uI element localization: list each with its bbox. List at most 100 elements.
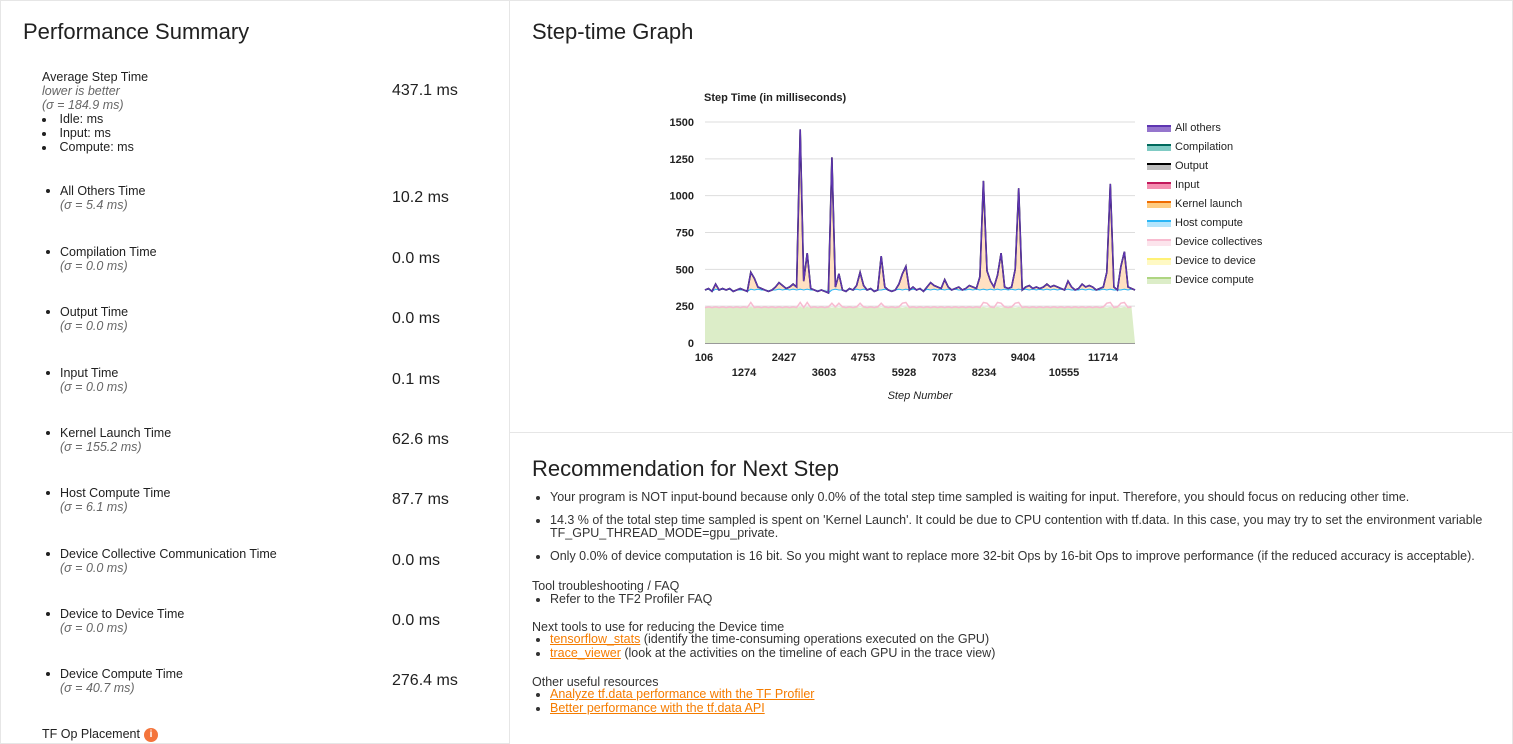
y-tick-label: 750 xyxy=(676,228,694,240)
metric-row: All Others Time (σ = 5.4 ms) xyxy=(46,184,146,212)
x-tick-label: 11714 xyxy=(1088,352,1119,364)
metric-sigma: (σ = 5.4 ms) xyxy=(60,198,128,212)
tf-op-placement-label: TF Op Placement xyxy=(42,727,140,741)
metric-value: 0.0 ms xyxy=(392,612,441,629)
faq-list: Refer to the TF2 Profiler FAQ xyxy=(550,592,712,606)
metric-label: All Others Time xyxy=(60,184,146,198)
step-time-chart: Step Time (in milliseconds) 0 250 500 750 100… xyxy=(670,92,1263,402)
bullet-dot xyxy=(46,491,50,495)
next-tool-item: tensorflow_stats (identify the time-cons… xyxy=(550,632,995,646)
compute-bullet: Compute: ms xyxy=(42,140,134,154)
recommendation-card: Recommendation for Next Step Your progra… xyxy=(509,432,1513,744)
metric-label: Device to Device Time xyxy=(60,607,185,621)
legend-label: Host compute xyxy=(1175,217,1243,229)
y-tick-label: 1000 xyxy=(670,191,694,203)
metric-value: 0.0 ms xyxy=(392,250,441,267)
metric-sigma: (σ = 0.0 ms) xyxy=(60,319,128,333)
legend-label: Device collectives xyxy=(1175,236,1263,248)
y-tick-label: 0 xyxy=(688,338,694,350)
trace-viewer-link[interactable]: trace_viewer xyxy=(550,646,621,660)
recommendation-item: 14.3 % of the total step time sampled is… xyxy=(550,514,1500,540)
performance-summary-card: Performance Summary Average Step Time lo… xyxy=(0,0,510,744)
average-step-breakdown-list: Idle: ms Input: ms Compute: ms xyxy=(42,112,134,154)
metric-sigma: (σ = 0.0 ms) xyxy=(60,561,128,575)
x-tick-label: 1274 xyxy=(732,367,757,379)
y-tick-label: 500 xyxy=(676,264,694,276)
recommendation-title: Recommendation for Next Step xyxy=(532,456,839,481)
bullet-dot xyxy=(46,552,50,556)
metric-value: 10.2 ms xyxy=(392,189,449,206)
metric-sigma: (σ = 6.1 ms) xyxy=(60,500,128,514)
all-others-line xyxy=(704,129,1136,294)
metric-sigma: (σ = 0.0 ms) xyxy=(60,380,128,394)
x-tick-label: 5928 xyxy=(892,367,916,379)
metric-sigma: (σ = 40.7 ms) xyxy=(60,681,135,695)
other-resources-list: Analyze tf.data performance with the TF … xyxy=(550,687,814,715)
average-step-time-sigma: (σ = 184.9 ms) xyxy=(42,98,124,112)
metric-row: Output Time (σ = 0.0 ms) xyxy=(46,305,129,333)
x-axis-label: Step Number xyxy=(888,390,954,402)
input-bullet: Input: ms xyxy=(42,126,134,140)
metric-label: Input Time xyxy=(60,366,119,380)
performance-summary-title: Performance Summary xyxy=(23,19,250,44)
device-compute-area xyxy=(705,306,1135,343)
tf-op-placement: TF Op Placement i xyxy=(42,727,158,742)
metric-value: 276.4 ms xyxy=(392,672,458,689)
metric-row: Device Collective Communication Time (σ =… xyxy=(46,547,277,575)
metric-value: 0.1 ms xyxy=(392,371,441,388)
bullet-dot xyxy=(46,672,50,676)
legend-label: Input xyxy=(1175,179,1199,191)
average-step-time-label: Average Step Time xyxy=(42,70,149,84)
metric-label: Compilation Time xyxy=(60,245,157,259)
analyze-tfdata-link[interactable]: Analyze tf.data performance with the TF … xyxy=(550,687,814,701)
tensorflow-stats-link[interactable]: tensorflow_stats xyxy=(550,632,640,646)
kernel-launch-area xyxy=(705,129,1135,293)
output-line xyxy=(704,129,1136,295)
bullet-dot xyxy=(46,371,50,375)
resource-item: Better performance with the tf.data API xyxy=(550,701,814,715)
info-icon[interactable]: i xyxy=(143,727,158,742)
bullet-dot xyxy=(46,250,50,254)
legend-label: Device to device xyxy=(1175,255,1256,267)
bullet-dot xyxy=(46,189,50,193)
x-tick-label: 9404 xyxy=(1011,352,1036,364)
legend-label: Device compute xyxy=(1175,274,1254,286)
metric-sigma: (σ = 0.0 ms) xyxy=(60,621,128,635)
metric-value: 62.6 ms xyxy=(392,431,449,448)
average-step-time: Average Step Time lower is better (σ = 1… xyxy=(42,70,148,112)
x-tick-label: 8234 xyxy=(972,367,997,379)
metric-label: Host Compute Time xyxy=(60,486,171,500)
metric-sigma: (σ = 155.2 ms) xyxy=(60,440,142,454)
metric-value: 0.0 ms xyxy=(392,310,441,327)
bullet-dot xyxy=(46,612,50,616)
metric-label: Device Compute Time xyxy=(60,667,183,681)
x-tick-label: 2427 xyxy=(772,352,796,364)
metric-row: Device to Device Time (σ = 0.0 ms) xyxy=(46,607,185,635)
metric-row: Compilation Time (σ = 0.0 ms) xyxy=(46,245,157,273)
y-tick-label: 250 xyxy=(676,301,694,313)
device-collectives-line xyxy=(704,301,1132,309)
next-tool-item: trace_viewer (look at the activities on … xyxy=(550,646,995,660)
metric-row: Device Compute Time (σ = 40.7 ms) xyxy=(46,667,183,695)
x-tick-label: 4753 xyxy=(851,352,875,364)
x-tick-label: 3603 xyxy=(812,367,836,379)
metric-sigma: (σ = 0.0 ms) xyxy=(60,259,128,273)
bullet-dot xyxy=(46,310,50,314)
metric-row: Kernel Launch Time (σ = 155.2 ms) xyxy=(46,426,172,454)
metric-label: Kernel Launch Time xyxy=(60,426,172,440)
x-tick-label: 7073 xyxy=(932,352,956,364)
next-tools-list: tensorflow_stats (identify the time-cons… xyxy=(550,632,995,660)
y-tick-label: 1250 xyxy=(670,154,694,166)
metric-value: 87.7 ms xyxy=(392,491,449,508)
trace-viewer-desc: (look at the activities on the timeline … xyxy=(620,646,996,660)
tensorflow-stats-desc: (identify the time-consuming operations … xyxy=(640,632,990,646)
chart-title: Step Time (in milliseconds) xyxy=(704,92,847,104)
y-tick-label: 1500 xyxy=(670,117,694,129)
bullet-dot xyxy=(46,431,50,435)
metric-value: 0.0 ms xyxy=(392,552,441,569)
faq-heading: Tool troubleshooting / FAQ xyxy=(532,579,680,593)
metric-label: Output Time xyxy=(60,305,129,319)
average-step-time-hint: lower is better xyxy=(42,84,120,98)
better-tfdata-link[interactable]: Better performance with the tf.data API xyxy=(550,701,765,715)
x-tick-label: 10555 xyxy=(1049,367,1080,379)
